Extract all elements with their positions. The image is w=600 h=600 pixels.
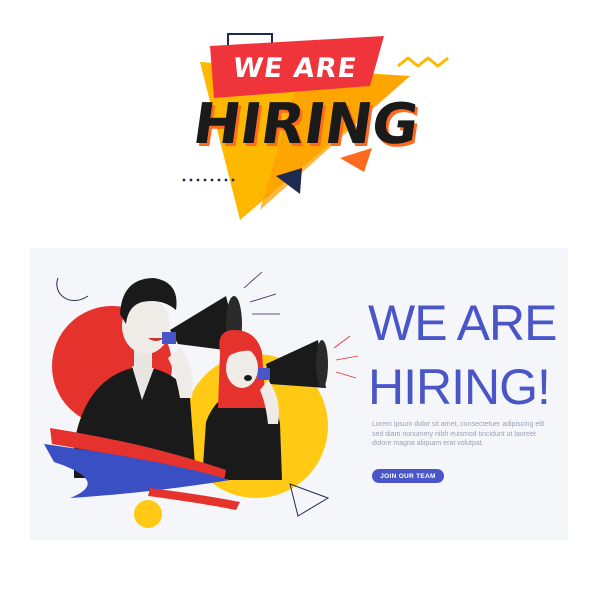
megaphone-mouth-2 bbox=[316, 340, 328, 388]
hiring-banner: WE ARE HIRING! Lorem ipsum dolor sit ame… bbox=[30, 248, 568, 540]
megaphone-handle-2 bbox=[258, 368, 270, 380]
headline-line2: HIRING! bbox=[368, 359, 551, 415]
sound-lines-1 bbox=[243, 271, 280, 315]
doodle-curve bbox=[56, 277, 89, 301]
megaphone-handle bbox=[162, 332, 176, 344]
join-our-team-button[interactable]: JOIN OUR TEAM bbox=[372, 469, 444, 483]
logo-line1: WE ARE bbox=[230, 53, 360, 84]
megaphone-people-illustration bbox=[44, 271, 359, 528]
logo-zigzag bbox=[397, 56, 449, 68]
small-yellow-circle bbox=[134, 500, 162, 528]
logo-line2: HIRING bbox=[189, 92, 423, 157]
outline-triangle bbox=[289, 483, 330, 517]
sound-lines-2 bbox=[333, 335, 359, 379]
body-text: Lorem ipsum dolor sit amet, consectetuer… bbox=[372, 421, 545, 447]
we-are-hiring-logo: WE ARE HIRING bbox=[0, 0, 600, 240]
woman-mouth bbox=[244, 375, 252, 381]
logo-dots bbox=[182, 178, 235, 182]
headline-line1: WE ARE bbox=[368, 295, 557, 351]
